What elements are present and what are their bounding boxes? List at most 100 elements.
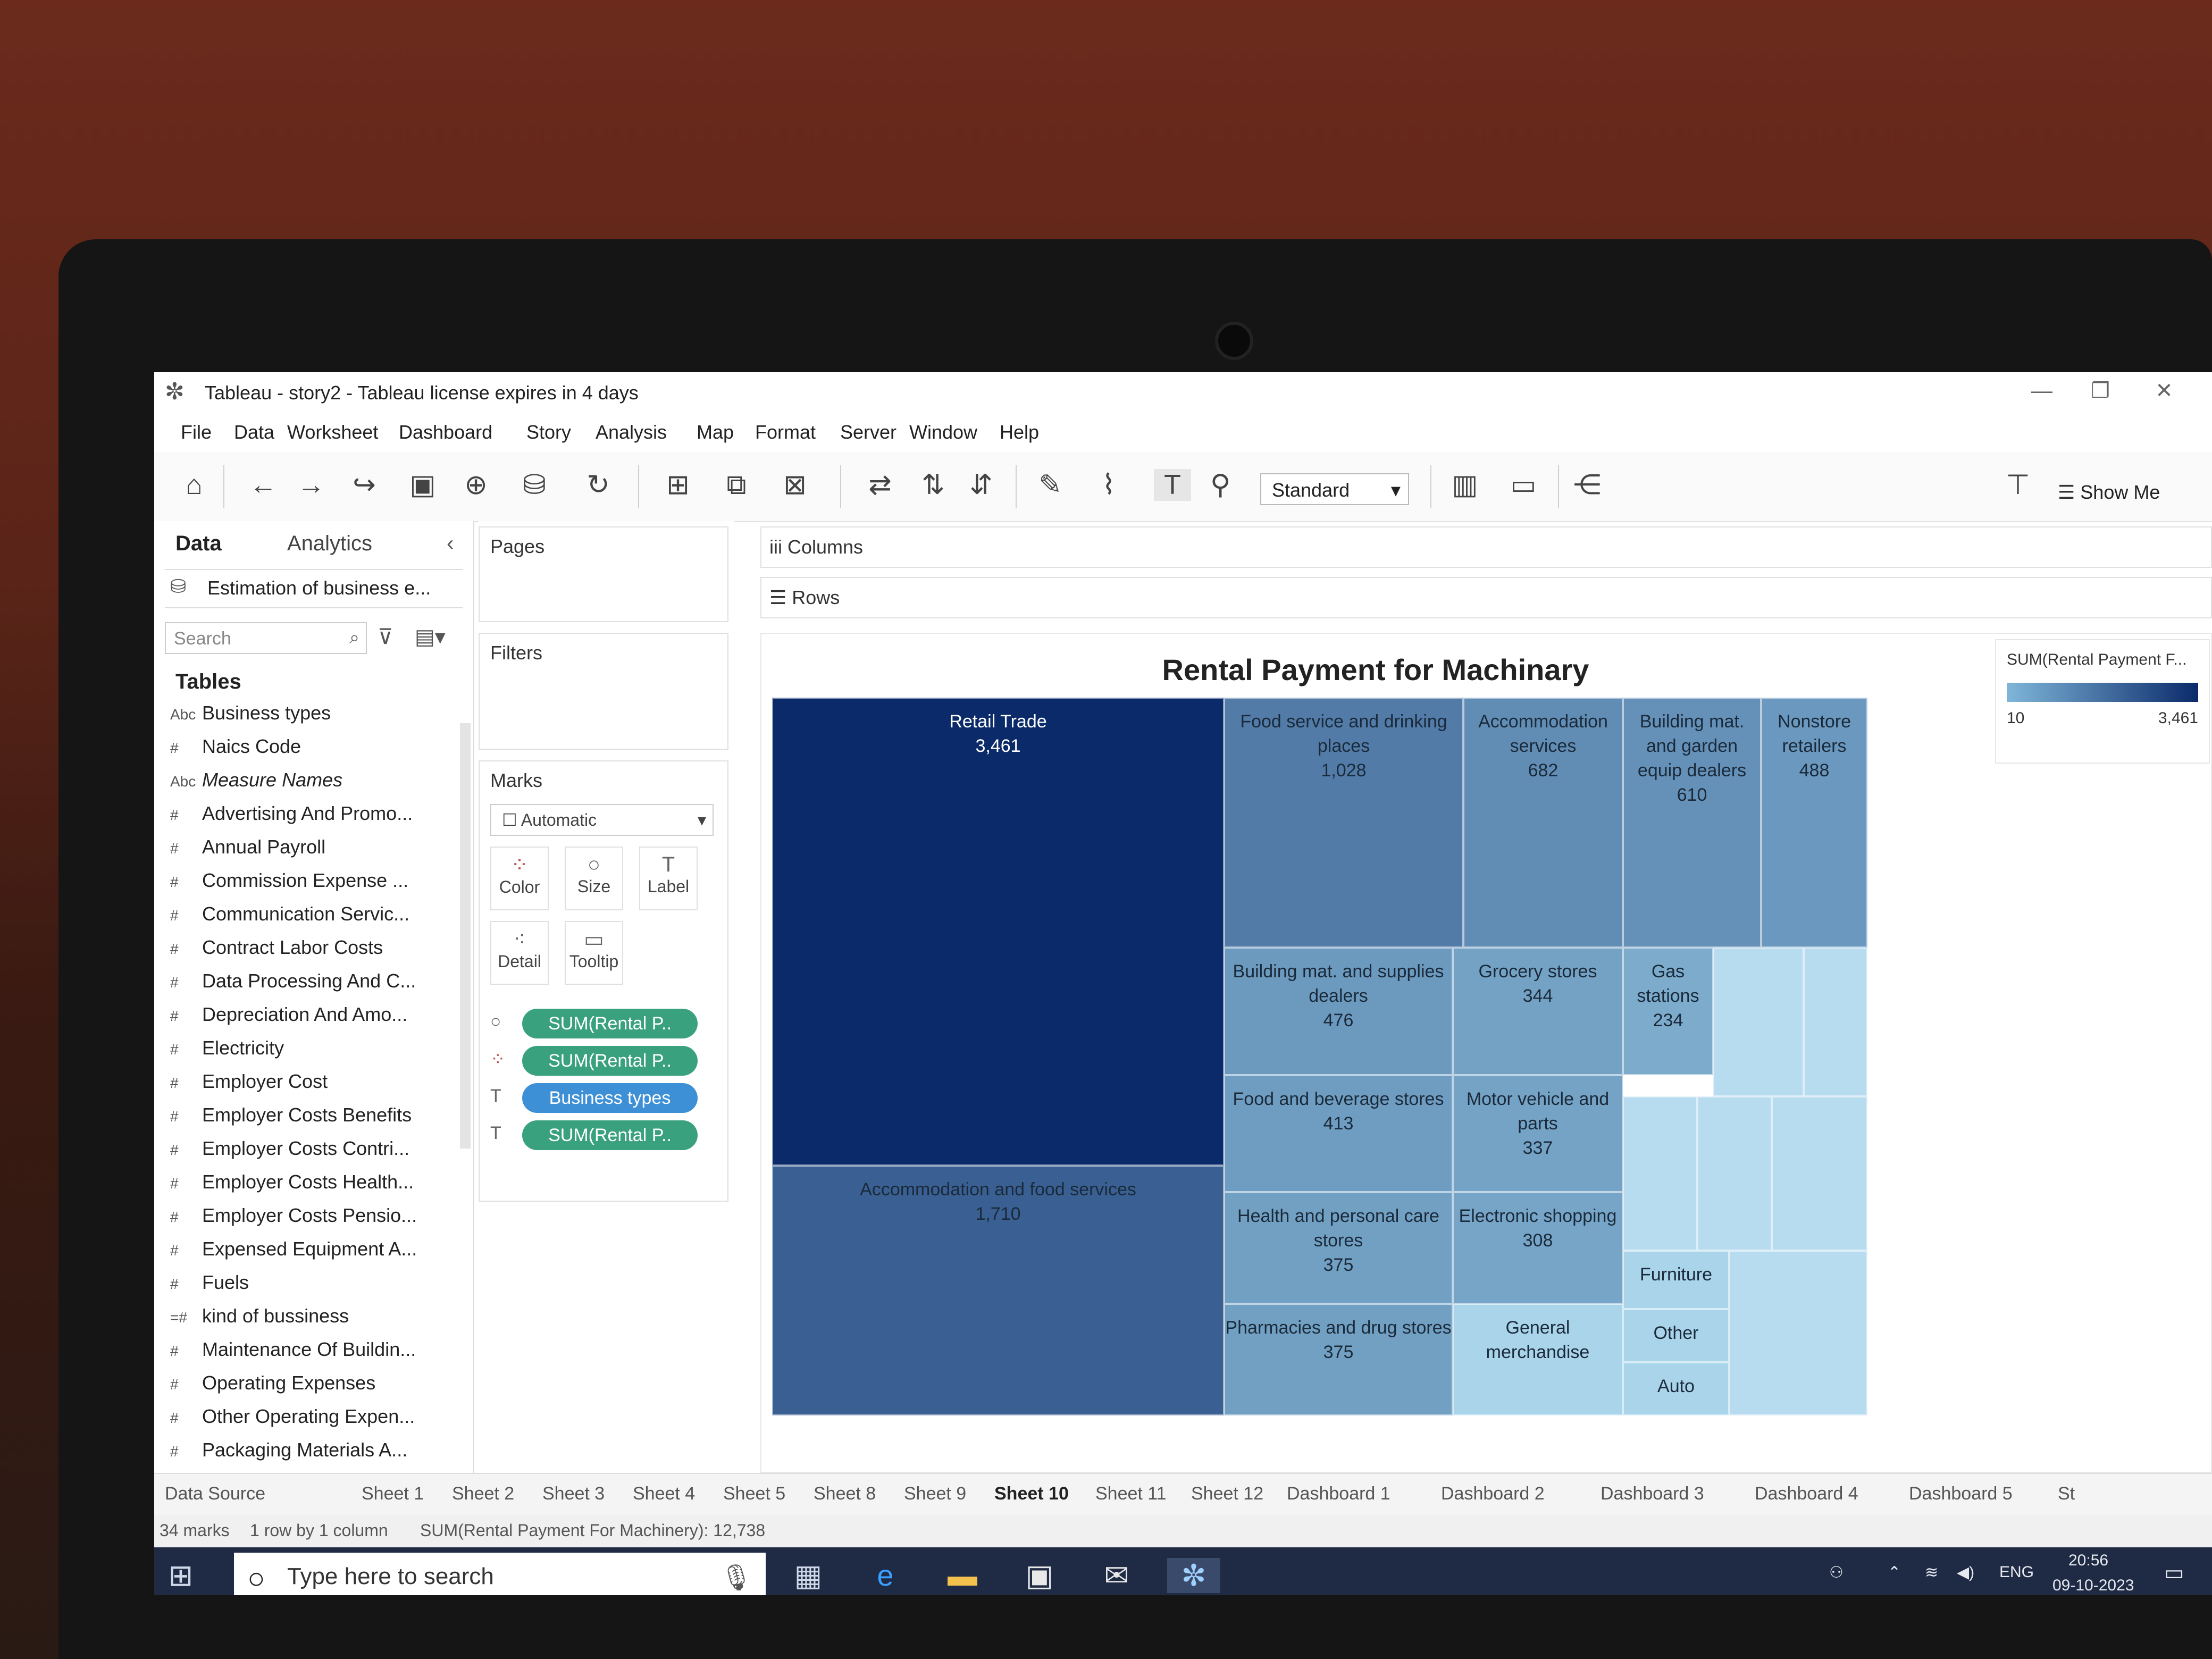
treemap-cell[interactable]: Building mat. and supplies dealers 476 [1224,948,1453,1075]
field-item[interactable]: # Data Processing And C... [170,970,416,992]
field-item[interactable]: # Packaging Materials A... [170,1439,407,1461]
treemap-cell[interactable]: General merchandise [1453,1304,1623,1415]
save-icon[interactable]: ▣ [404,469,441,501]
menu-help[interactable]: Help [1000,421,1039,443]
mark-type-select[interactable]: ☐ Automatic ▾ [490,804,714,836]
scrollbar[interactable] [460,723,471,1149]
close-button[interactable]: ✕ [2138,375,2191,407]
treemap-cell[interactable]: Auto [1623,1362,1729,1415]
field-item[interactable]: # Employer Cost [170,1070,328,1093]
field-item[interactable]: # Fuels [170,1271,249,1294]
treemap-cell[interactable]: Motor vehicle and parts 337 [1453,1075,1623,1192]
field-item[interactable]: # Employer Costs Health... [170,1171,414,1193]
size-pill[interactable]: SUM(Rental P.. [522,1009,698,1038]
fit-select[interactable]: Standard ▾ [1260,473,1409,505]
show-me-button[interactable]: ☰ Show Me [2058,481,2160,504]
filter-icon[interactable]: ⊽ [378,625,393,649]
sort-descending-icon[interactable]: ⇵ [962,469,1000,501]
field-item[interactable]: Abc Measure Names [170,769,342,791]
clock-time[interactable]: 20:56 [2068,1552,2108,1570]
field-item[interactable]: # Contract Labor Costs [170,936,383,959]
home-icon[interactable]: ⌂ [175,469,213,501]
menu-analysis[interactable]: Analysis [596,421,667,443]
task-view-icon[interactable]: ▦ [782,1558,835,1593]
share-icon[interactable]: ⋲ [1569,469,1606,501]
chevron-up-icon[interactable]: ⌃ [1888,1563,1901,1582]
treemap-cell-small[interactable] [1713,948,1804,1096]
field-item[interactable]: # Depreciation And Amo... [170,1003,407,1026]
field-item[interactable]: # Employer Costs Contri... [170,1137,409,1160]
collapse-pane-icon[interactable]: ‹ [447,532,454,556]
treemap-cell-small[interactable] [1804,948,1867,1096]
treemap-cell-small[interactable] [1697,1096,1772,1251]
duplicate-icon[interactable]: ⧉ [718,469,755,501]
field-item[interactable]: # Operating Expenses [170,1372,375,1394]
sheet-tab[interactable]: Dashboard 5 [1909,1484,2013,1504]
treemap-cell[interactable]: Health and personal care stores 375 [1224,1192,1453,1304]
microphone-icon[interactable]: 🎙 [720,1562,752,1593]
sheet-tab[interactable]: Sheet 11 [1095,1484,1167,1504]
treemap-cell[interactable]: Accommodation and food services 1,710 [772,1166,1224,1415]
menu-worksheet[interactable]: Worksheet [287,421,378,443]
detail-button[interactable]: ⁖ Detail [490,921,549,985]
sheet-tab[interactable]: Sheet 5 [723,1484,785,1504]
label-button[interactable]: T Label [639,847,698,910]
view-options-icon[interactable]: ▤▾ [415,625,446,649]
windows-start-icon[interactable]: ⊞ [154,1558,207,1593]
sheet-tab[interactable]: Sheet 3 [542,1484,605,1504]
volume-icon[interactable]: ◀) [1957,1563,1974,1582]
field-item[interactable]: Abc Business types [170,702,331,724]
treemap-cell[interactable]: Building mat. and garden equip dealers 61… [1623,698,1761,948]
treemap-cell-small[interactable] [1729,1251,1867,1415]
color-pill[interactable]: SUM(Rental P.. [522,1046,698,1076]
notifications-icon[interactable]: ▭ [2164,1561,2184,1585]
language-indicator[interactable]: ENG [1999,1563,2034,1581]
treemap-cell[interactable]: Other [1623,1309,1729,1362]
treemap-cell[interactable]: Furniture [1623,1251,1729,1309]
treemap[interactable]: Retail Trade 3,461 Accommodation and food … [772,698,1889,1415]
mail-icon[interactable]: ✉ [1090,1558,1143,1593]
search-input[interactable]: Search ⌕ [165,622,367,654]
treemap-cell[interactable]: Grocery stores 344 [1453,948,1623,1075]
treemap-cell-small[interactable] [1772,1096,1867,1251]
field-item[interactable]: # Maintenance Of Buildin... [170,1338,416,1361]
sheet-tab[interactable]: Dashboard 4 [1755,1484,1858,1504]
sort-ascending-icon[interactable]: ⇅ [915,469,952,501]
tab-data-source[interactable]: Data Source [165,1484,265,1504]
highlight-icon[interactable]: ✎ [1032,469,1069,501]
wifi-icon[interactable]: ≋ [1925,1563,1938,1582]
menu-format[interactable]: Format [755,421,816,443]
treemap-cell-small[interactable] [1623,1096,1697,1251]
format-painter-icon[interactable]: ⊤ [1999,469,2037,501]
menu-data[interactable]: Data [234,421,274,443]
field-item[interactable]: # Commission Expense ... [170,869,408,892]
show-cards-icon[interactable]: ▥ [1446,469,1484,501]
clock-date[interactable]: 09-10-2023 [2052,1577,2134,1595]
treemap-cell[interactable]: Food service and drinking places 1,028 [1224,698,1463,948]
sheet-tab[interactable]: Dashboard 3 [1601,1484,1704,1504]
columns-shelf[interactable]: iii Columns [760,526,2212,568]
pages-shelf[interactable]: Pages [479,526,728,622]
file-explorer-icon[interactable]: ▬ [936,1558,989,1593]
swap-icon[interactable]: ⇄ [861,469,899,501]
sheet-tab[interactable]: Sheet 12 [1191,1484,1263,1504]
field-item[interactable]: # Advertising And Promo... [170,802,413,825]
menu-server[interactable]: Server [840,421,896,443]
tooltip-button[interactable]: ▭ Tooltip [565,921,623,985]
rows-shelf[interactable]: ☰ Rows [760,577,2212,618]
sheet-tab[interactable]: Sheet 8 [814,1484,876,1504]
refresh-icon[interactable]: ↻ [580,469,617,501]
field-item[interactable]: =# kind of bussiness [170,1305,349,1327]
field-item[interactable]: # Communication Servic... [170,903,409,925]
field-item[interactable]: # Employer Costs Pensio... [170,1204,417,1227]
replay-icon[interactable]: ↪ [346,469,383,501]
presentation-mode-icon[interactable]: ▭ [1505,469,1542,501]
treemap-cell[interactable]: Electronic shopping 308 [1453,1192,1623,1304]
field-item[interactable]: # Naics Code [170,735,301,758]
menu-map[interactable]: Map [697,421,734,443]
menu-file[interactable]: File [181,421,212,443]
tableau-taskbar-icon[interactable]: ✼ [1167,1558,1220,1593]
people-icon[interactable]: ⚇ [1829,1563,1844,1582]
store-icon[interactable]: ▣ [1013,1558,1066,1593]
new-datasource-icon[interactable]: ⊕ [457,469,495,501]
